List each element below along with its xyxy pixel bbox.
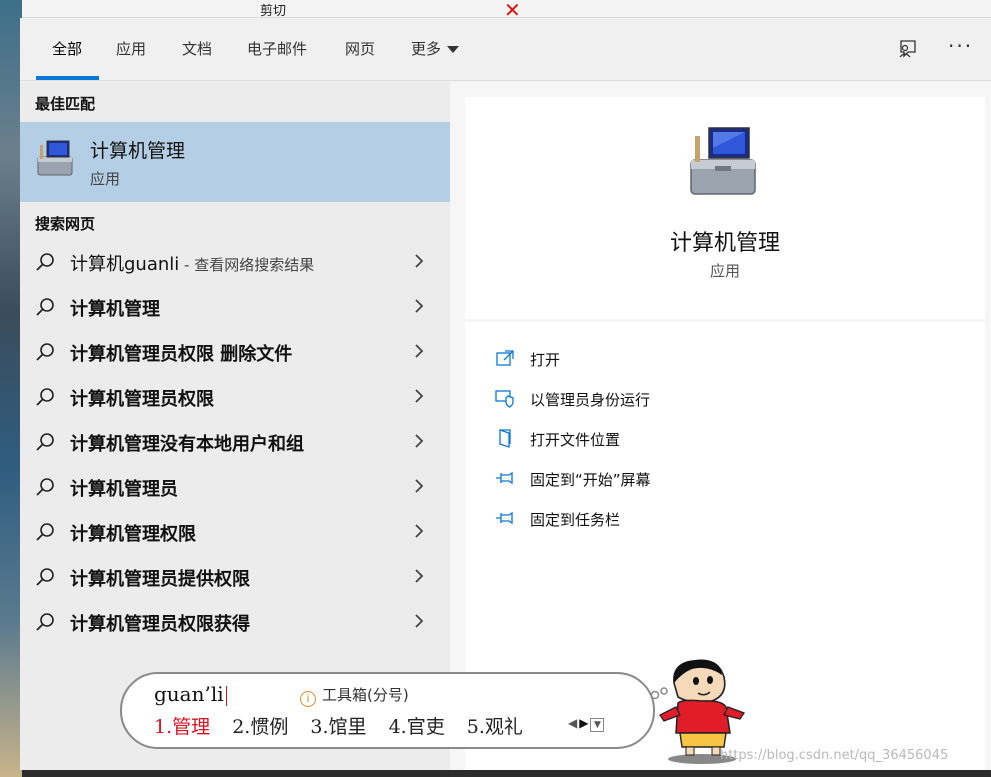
web-search-query: 计算机guanli - 查看网络搜索结果 — [70, 250, 314, 276]
active-tab-indicator — [36, 76, 99, 80]
web-search-suggestion: 计算机管理没有本地用户和组 — [70, 434, 304, 455]
action-label: 以管理员身份运行 — [530, 391, 651, 409]
chevron-right-icon — [415, 344, 424, 358]
chevron-right-icon — [415, 524, 424, 538]
ime-candidate[interactable]: 5.观礼 — [467, 716, 523, 738]
best-match-kind: 应用 — [90, 170, 121, 188]
ime-composition: guan’li — [154, 682, 227, 706]
web-search-suggestion: 计算机管理员权限 删除文件 — [70, 344, 293, 365]
ime-pager: ◀ ▶ ▼ — [568, 716, 606, 732]
web-search-item[interactable]: 计算机管理员提供权限 — [20, 557, 450, 602]
web-search-item[interactable]: 计算机管理权限 — [20, 512, 450, 557]
action-label: 打开文件位置 — [530, 431, 621, 449]
search-icon — [36, 523, 54, 541]
desktop-background — [0, 0, 22, 777]
ime-candidate[interactable]: 3.馆里 — [310, 716, 366, 738]
start-search-panel: 全部 应用 文档 电子邮件 网页 更多 ··· 最佳匹配 计算机管理 应用 搜索… — [20, 18, 991, 770]
action-label: 固定到任务栏 — [530, 511, 621, 529]
search-icon — [36, 568, 54, 586]
web-search-suggestion: 计算机管理权限 — [70, 524, 196, 545]
search-icon — [36, 298, 54, 316]
web-search-heading: 搜索网页 — [35, 215, 96, 233]
tab-apps[interactable]: 应用 — [116, 38, 146, 59]
chevron-right-icon — [415, 479, 424, 493]
text-cursor — [225, 685, 227, 706]
web-search-item[interactable]: 计算机管理 — [20, 287, 450, 332]
expand-candidates-icon[interactable]: ▼ — [590, 718, 605, 732]
search-icon — [36, 388, 54, 406]
best-match-heading: 最佳匹配 — [35, 95, 96, 113]
ime-candidates: 1.管理 2.惯例 3.馆里 4.官吏 5.观礼 — [154, 712, 539, 739]
ime-toolbox[interactable]: i 工具箱(分号) — [300, 684, 409, 707]
chevron-right-icon — [415, 389, 424, 403]
chevron-right-icon — [415, 569, 424, 583]
ime-toolbox-label: 工具箱(分号) — [322, 686, 409, 704]
tab-more[interactable]: 更多 — [411, 38, 460, 59]
web-search-item[interactable]: 计算机管理员权限 删除文件 — [20, 332, 450, 377]
search-icon — [36, 613, 54, 631]
open-icon — [496, 350, 514, 366]
watermark: https://blog.csdn.net/qq_36456045 — [720, 748, 949, 763]
page-prev-icon[interactable]: ◀ — [568, 716, 577, 730]
web-search-suggestion: 计算机管理员 — [70, 479, 178, 500]
action-label: 打开 — [530, 351, 561, 369]
web-search-suggestion: 计算机管理员提供权限 — [70, 569, 250, 590]
web-search-item[interactable]: 计算机guanli - 查看网络搜索结果 — [20, 242, 450, 287]
tab-web[interactable]: 网页 — [345, 38, 375, 59]
computer-management-icon — [690, 127, 756, 195]
chevron-down-icon — [447, 46, 460, 53]
web-search-item[interactable]: 计算机管理没有本地用户和组 — [20, 422, 450, 467]
tab-all[interactable]: 全部 — [52, 38, 82, 59]
taskbar-edge — [22, 770, 991, 777]
tab-more-label: 更多 — [411, 40, 442, 58]
page-next-icon[interactable]: ▶ — [579, 716, 588, 730]
tab-documents[interactable]: 文档 — [182, 38, 212, 59]
web-search-item[interactable]: 计算机管理员 — [20, 467, 450, 512]
web-search-suggestion: 计算机管理 — [70, 299, 160, 320]
background-window-toolbar: 剪切 ✕ — [22, 0, 991, 18]
ime-candidate[interactable]: 4.官吏 — [389, 716, 445, 738]
pin-icon — [496, 511, 513, 525]
best-match-name: 计算机管理 — [90, 140, 186, 162]
more-options-icon[interactable]: ··· — [948, 34, 973, 58]
search-icon — [36, 253, 54, 271]
best-match-item[interactable]: 计算机管理 应用 — [20, 122, 450, 202]
search-icon — [36, 433, 54, 451]
action-label: 固定到“开始”屏幕 — [530, 471, 651, 489]
ime-candidate-window: guan’li i 工具箱(分号) 1.管理 2.惯例 3.馆里 4.官吏 5.观… — [120, 672, 668, 749]
results-column: 最佳匹配 计算机管理 应用 搜索网页 计算机guanli - 查看网络搜索结果 … — [20, 82, 450, 770]
chevron-right-icon — [415, 299, 424, 313]
web-search-suggestion: 计算机管理员权限 — [70, 389, 214, 410]
toolbox-icon: i — [300, 691, 316, 707]
web-search-item[interactable]: 计算机管理员权限获得 — [20, 602, 450, 647]
feedback-icon[interactable] — [896, 38, 918, 60]
detail-app-kind: 应用 — [709, 262, 740, 280]
web-search-query-suffix: - 查看网络搜索结果 — [179, 256, 315, 274]
tab-email[interactable]: 电子邮件 — [247, 38, 307, 59]
web-search-item[interactable]: 计算机管理员权限 — [20, 377, 450, 422]
chevron-right-icon — [415, 254, 424, 268]
search-icon — [36, 343, 54, 361]
chevron-right-icon — [415, 434, 424, 448]
detail-app-name: 计算机管理 — [669, 231, 780, 256]
search-tabs: 全部 应用 文档 电子邮件 网页 更多 ··· — [20, 18, 991, 81]
cut-label: 剪切 — [260, 4, 287, 18]
search-icon — [36, 478, 54, 496]
app-detail-card: 计算机管理 应用 — [465, 97, 985, 319]
delete-icon: ✕ — [504, 0, 521, 18]
ime-composition-text: guan’li — [154, 682, 224, 706]
ime-candidate[interactable]: 2.惯例 — [232, 716, 288, 738]
file-location-icon — [499, 429, 511, 448]
ime-candidate[interactable]: 1.管理 — [154, 716, 210, 738]
chevron-right-icon — [415, 614, 424, 628]
pin-icon — [496, 471, 513, 485]
web-search-query-text: 计算机guanli — [70, 254, 180, 275]
web-search-suggestion: 计算机管理员权限获得 — [70, 614, 250, 635]
run-as-admin-icon — [495, 390, 514, 408]
computer-management-icon — [37, 140, 73, 176]
